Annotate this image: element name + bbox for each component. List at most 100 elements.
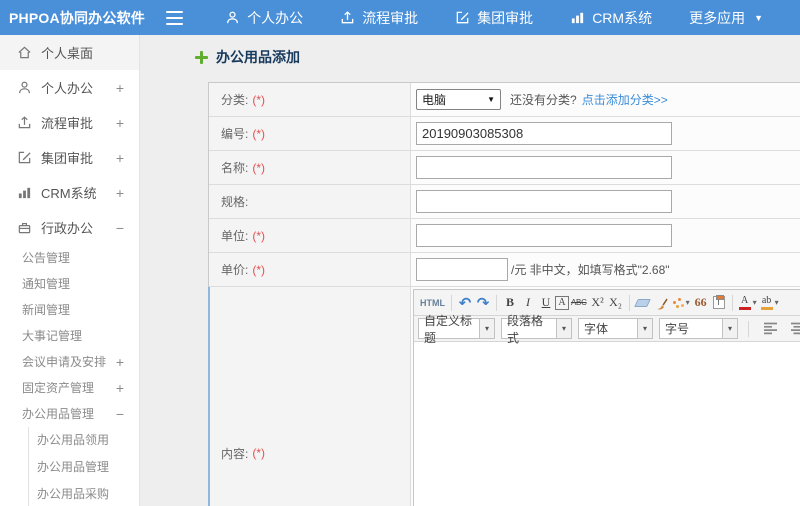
page-title: 办公用品添加 [195,49,800,65]
align-left-icon[interactable] [761,319,780,339]
expand-plus-icon[interactable]: + [116,349,124,375]
caret-down-icon: ▾ [637,319,652,338]
expand-plus-icon[interactable]: + [116,115,124,131]
form-row-price: 单价: (*) /元 非中文，如填写格式"2.68" [209,253,800,287]
sidebar-item-meeting-request[interactable]: 会议申请及安排 + [0,349,139,375]
sidebar-item-workflow-approval[interactable]: 流程审批 + [0,105,139,140]
category-label: 分类: (*) [209,83,411,116]
app-logo[interactable]: PHPOA协同办公软件 [0,8,166,28]
expand-plus-icon[interactable]: + [116,80,124,96]
superscript-button[interactable]: X² [589,293,607,313]
price-input[interactable] [416,258,508,281]
edit-icon [455,10,470,25]
blockquote-button[interactable]: 66 [692,293,710,313]
collapse-minus-icon[interactable]: − [116,220,124,236]
editor-toolbar-row2: 自定义标题 ▾ 段落格式 ▾ 字体 ▾ 字号 ▾ [414,314,800,345]
name-label: 名称: (*) [209,151,411,184]
highlight-color-button[interactable]: ab ▾ [759,293,781,313]
strikethrough-button[interactable]: ABC [569,293,589,313]
expand-plus-icon[interactable]: + [116,150,124,166]
font-color-button[interactable]: A ▾ [737,293,759,313]
paragraph-format-select[interactable]: 段落格式 ▾ [501,314,572,345]
heading-select[interactable]: 自定义标题 ▾ [418,314,495,345]
align-center-icon[interactable] [788,319,800,339]
user-icon [16,80,32,95]
form-row-code: 编号: (*) [209,117,800,151]
nav-workflow-approval[interactable]: 流程审批 [340,8,418,28]
required-mark: (*) [252,262,266,277]
editor-content-area[interactable] [414,342,800,506]
sidebar-supplies-submenu: 办公用品领用 办公用品管理 办公用品采购 [28,427,139,506]
italic-button[interactable]: I [519,293,537,313]
unit-input[interactable] [416,224,672,247]
sidebar-item-label: 流程审批 [41,116,94,131]
sidebar-item-news-mgmt[interactable]: 新闻管理 [0,297,139,323]
sidebar-item-label: 个人办公 [41,81,94,96]
sidebar-item-fixed-assets[interactable]: 固定资产管理 + [0,375,139,401]
code-input[interactable] [416,122,672,145]
sidebar-item-crm[interactable]: CRM系统 + [0,175,139,210]
menu-toggle-icon[interactable] [165,10,184,25]
expand-plus-icon[interactable]: + [116,185,124,201]
page-title-text: 办公用品添加 [216,49,300,65]
sidebar-item-supplies-purchase[interactable]: 办公用品采购 [29,481,139,506]
caret-down-icon: ▾ [722,319,737,338]
subscript-button[interactable]: X₂ [607,293,625,313]
upload-icon [340,10,355,25]
sidebar-item-label: 集团审批 [41,151,94,166]
sidebar-item-group-approval[interactable]: 集团审批 + [0,140,139,175]
form-row-name: 名称: (*) [209,151,800,185]
price-format-hint: /元 非中文，如填写格式"2.68" [511,263,670,277]
undo-icon[interactable]: ↶ [456,293,474,313]
form-row-content: 内容: (*) HTML ↶ ↷ B I U A ABC X² X₂ ▾ 66 … [208,287,800,506]
add-category-link[interactable]: 点击添加分类>> [582,91,668,108]
name-input[interactable] [416,156,672,179]
edit-icon [16,150,32,165]
sidebar-item-desktop[interactable]: 个人桌面 [0,35,139,70]
rich-text-editor: HTML ↶ ↷ B I U A ABC X² X₂ ▾ 66 T A ▾ ab… [413,289,800,506]
font-family-select[interactable]: 字体 ▾ [578,318,653,339]
paste-icon[interactable]: T [710,293,728,313]
spec-input[interactable] [416,190,672,213]
nav-personal-office[interactable]: 个人办公 [225,8,303,28]
format-brush-icon[interactable] [652,293,670,313]
sidebar-item-personal-office[interactable]: 个人办公 + [0,70,139,105]
char-border-button[interactable]: A [555,295,569,310]
sidebar-item-supplies-claim[interactable]: 办公用品领用 [29,427,139,454]
unit-label: 单位: (*) [209,219,411,252]
code-label: 编号: (*) [209,117,411,150]
sidebar-item-admin-office[interactable]: 行政办公 − [0,210,139,245]
home-icon [16,45,32,60]
price-label: 单价: (*) [209,253,411,286]
nav-group-approval[interactable]: 集团审批 [455,8,533,28]
sidebar-item-label: 行政办公 [41,221,94,236]
auto-typeset-icon[interactable]: ▾ [670,293,692,313]
sidebar-item-supplies-mgmt[interactable]: 办公用品管理 − [0,401,139,427]
form-row-category: 分类: (*) 电脑 ▼ 还没有分类? 点击添加分类>> [209,83,800,117]
sidebar-item-announcement-mgmt[interactable]: 公告管理 [0,245,139,271]
nav-more-apps[interactable]: 更多应用 ▼ [689,8,763,28]
collapse-minus-icon[interactable]: − [116,401,124,427]
font-size-select[interactable]: 字号 ▾ [659,318,738,339]
nav-label: 集团审批 [477,9,534,26]
format-clear-eraser-icon[interactable] [634,293,652,313]
content-label: 内容: (*) [209,287,411,506]
nav-label: 个人办公 [247,9,304,26]
expand-plus-icon[interactable]: + [116,375,124,401]
sidebar-item-notice-mgmt[interactable]: 通知管理 [0,271,139,297]
nav-crm-system[interactable]: CRM系统 [570,8,652,28]
redo-icon[interactable]: ↷ [474,293,492,313]
html-source-button[interactable]: HTML [418,293,447,313]
category-select[interactable]: 电脑 ▼ [416,89,501,110]
upload-icon [16,115,32,130]
sidebar-item-label: 个人桌面 [41,46,94,61]
required-mark: (*) [252,126,266,141]
sidebar-item-supplies-manage[interactable]: 办公用品管理 [29,454,139,481]
user-icon [225,10,240,25]
required-mark: (*) [252,446,266,460]
underline-button[interactable]: U [537,293,555,313]
form-row-spec: 规格: [209,185,800,219]
sidebar-item-events-mgmt[interactable]: 大事记管理 [0,323,139,349]
bold-button[interactable]: B [501,293,519,313]
bar-chart-icon [570,10,585,25]
